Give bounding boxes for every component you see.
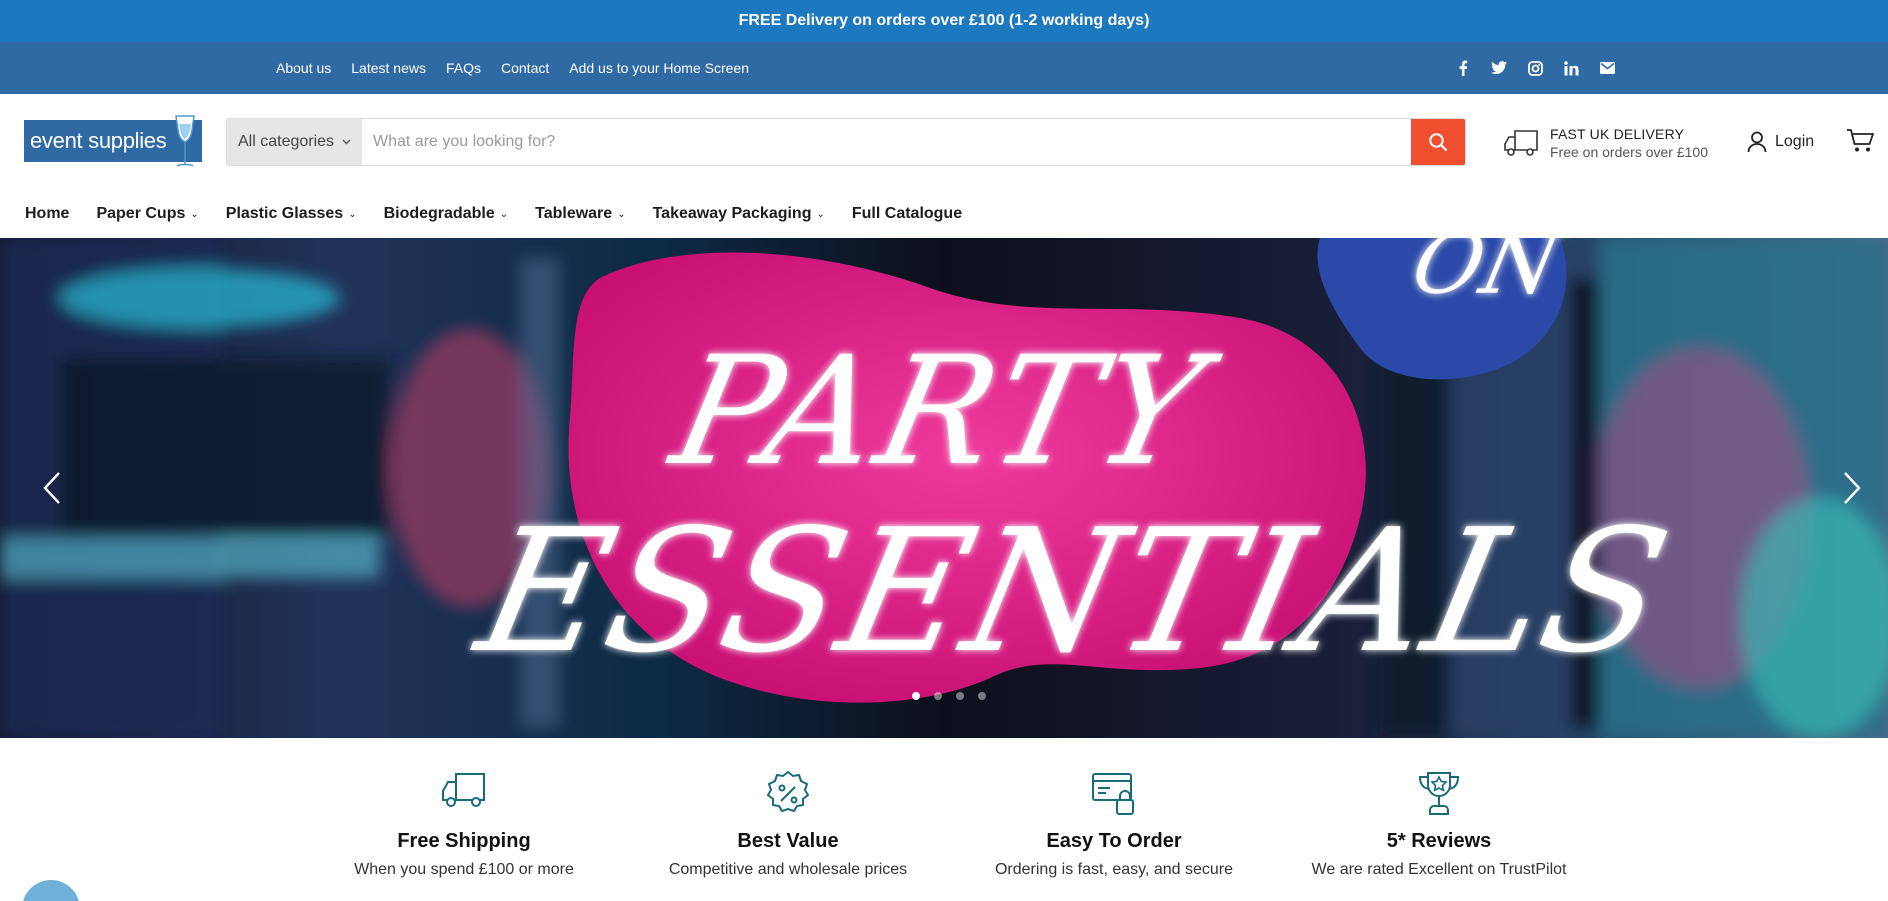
nav-item-home[interactable]: Home (25, 205, 69, 223)
chevron-down-icon: ⌄ (816, 208, 825, 220)
nav-item-biodegradable[interactable]: Biodegradable ⌄ (384, 205, 509, 223)
hero-word-corner: ON (1404, 238, 1570, 314)
slide-dot-3[interactable] (956, 692, 964, 700)
discount-badge-icon (766, 770, 810, 813)
feature-title: Free Shipping (397, 830, 531, 852)
link-add-to-home-screen[interactable]: Add us to your Home Screen (569, 60, 749, 76)
category-select[interactable]: All categories (227, 119, 362, 165)
nav-item-tableware[interactable]: Tableware ⌄ (535, 205, 625, 223)
chevron-right-icon (1844, 472, 1861, 504)
link-contact[interactable]: Contact (501, 60, 549, 76)
chevron-down-icon (342, 139, 351, 145)
chevron-down-icon: ⌄ (617, 208, 626, 220)
feature-subtitle: Ordering is fast, easy, and secure (994, 861, 1234, 878)
search-input[interactable] (362, 119, 1411, 165)
link-faqs[interactable]: FAQs (446, 60, 481, 76)
secure-card-icon (1092, 773, 1134, 815)
link-latest-news[interactable]: Latest news (351, 60, 426, 76)
truck-icon (1504, 130, 1538, 156)
cart-button[interactable] (1846, 128, 1874, 159)
login-link[interactable]: Login (1747, 130, 1814, 154)
delivery-title: FAST UK DELIVERY (1550, 126, 1685, 142)
nav-item-paper-cups[interactable]: Paper Cups ⌄ (96, 205, 198, 223)
utility-bar: About us Latest news FAQs Contact Add us… (0, 42, 1888, 94)
nav-item-label: Biodegradable (383, 205, 495, 222)
search-button[interactable] (1411, 119, 1465, 165)
nav-item-label: Full Catalogue (851, 205, 963, 222)
hero-word-top: PARTY (657, 324, 1231, 499)
nav-item-takeaway-packaging[interactable]: Takeaway Packaging ⌄ (653, 205, 825, 223)
search-icon (1429, 133, 1448, 152)
nav-item-label: Tableware (535, 205, 613, 222)
feature-5-star-reviews: 5* Reviews We are rated Excellent on Tru… (1279, 770, 1599, 879)
chevron-down-icon: ⌄ (499, 208, 509, 220)
user-icon (1747, 131, 1767, 153)
slide-dot-1[interactable] (912, 692, 920, 700)
search-bar: All categories (226, 118, 1466, 166)
feature-subtitle: When you spend £100 or more (354, 861, 574, 878)
slideshow-next-button[interactable] (1832, 468, 1872, 508)
feature-free-shipping: Free Shipping When you spend £100 or mor… (304, 770, 624, 879)
delivery-promo: FAST UK DELIVERY Free on orders over £10… (1503, 122, 1713, 166)
nav-item-label: Takeaway Packaging (652, 205, 812, 222)
nav-item-label: Home (25, 205, 70, 222)
trophy-icon (1418, 772, 1460, 815)
link-about-us[interactable]: About us (276, 60, 331, 76)
main-nav: Home Paper Cups ⌄ Plastic Glasses ⌄ Biodeg… (0, 190, 1888, 238)
delivery-subtitle: Free on orders over £100 (1550, 144, 1708, 160)
site-header: event supplies All categories FAST UK DE… (0, 94, 1888, 190)
linkedin-icon[interactable] (1562, 59, 1580, 77)
feature-subtitle: Competitive and wholesale prices (668, 861, 908, 878)
hero-banner-image: PARTY ESSENTIALS ON (0, 238, 1888, 738)
hero-word-bottom: ESSENTIALS (461, 492, 1686, 691)
slideshow-prev-button[interactable] (32, 468, 72, 508)
nav-item-plastic-glasses[interactable]: Plastic Glasses ⌄ (226, 205, 357, 223)
email-icon[interactable] (1598, 59, 1616, 77)
hero-slideshow[interactable]: PARTY ESSENTIALS ON (0, 238, 1888, 738)
nav-item-full-catalogue[interactable]: Full Catalogue (852, 205, 962, 223)
login-label: Login (1775, 133, 1815, 150)
announcement-text: FREE Delivery on orders over £100 (1-2 w… (738, 12, 1150, 29)
feature-best-value: Best Value Competitive and wholesale pri… (628, 770, 948, 879)
slide-dot-4[interactable] (978, 692, 986, 700)
nav-item-label: Plastic Glasses (225, 205, 344, 222)
wine-glass-icon (175, 115, 195, 167)
cart-icon (1847, 129, 1874, 152)
feature-title: Best Value (737, 830, 839, 852)
slideshow-dots (912, 692, 986, 700)
facebook-icon[interactable] (1454, 59, 1472, 77)
announcement-bar: FREE Delivery on orders over £100 (1-2 w… (0, 0, 1888, 42)
feature-row: Free Shipping When you spend £100 or mor… (0, 738, 1888, 901)
instagram-icon[interactable] (1526, 59, 1544, 77)
chevron-left-icon (43, 472, 60, 504)
chevron-down-icon: ⌄ (190, 208, 199, 220)
feature-easy-to-order: Easy To Order Ordering is fast, easy, an… (954, 770, 1274, 879)
feature-subtitle: We are rated Excellent on TrustPilot (1311, 861, 1567, 878)
truck-icon (442, 773, 485, 807)
chevron-down-icon: ⌄ (348, 208, 357, 220)
feature-title: 5* Reviews (1386, 830, 1492, 852)
social-links (1454, 42, 1616, 94)
logo[interactable]: event supplies (24, 114, 204, 172)
slide-dot-2[interactable] (934, 692, 942, 700)
feature-title: Easy To Order (1046, 830, 1182, 852)
category-select-label: All categories (238, 133, 335, 150)
nav-item-label: Paper Cups (96, 205, 186, 222)
twitter-icon[interactable] (1490, 59, 1508, 77)
utility-links: About us Latest news FAQs Contact Add us… (276, 42, 749, 94)
